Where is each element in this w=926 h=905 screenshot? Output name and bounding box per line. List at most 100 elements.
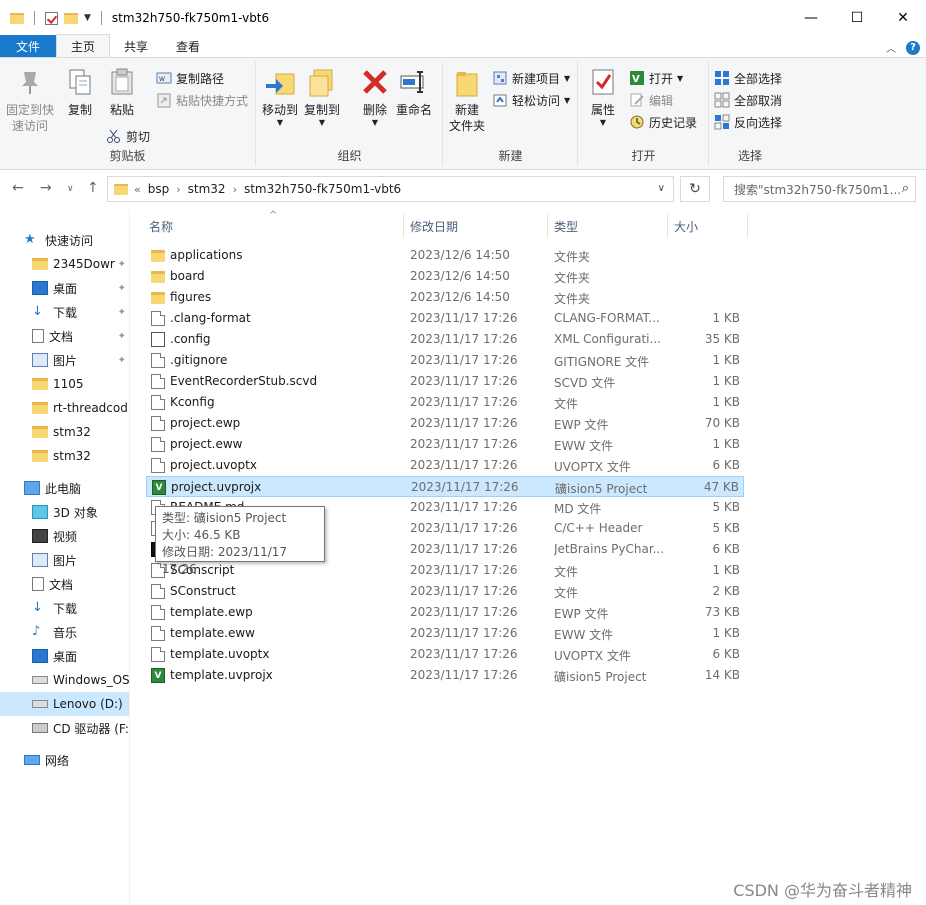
sidebar-item[interactable]: 桌面 [0, 644, 129, 668]
sidebar-item-label: 下载 [53, 601, 78, 616]
pin-icon [14, 66, 46, 98]
sidebar-item[interactable]: ↓ 下载 ✦ [0, 300, 129, 324]
easy-access-button[interactable]: 轻松访问 ▼ [492, 90, 570, 110]
maximize-button[interactable]: ☐ [834, 0, 880, 36]
close-button[interactable]: ✕ [880, 0, 926, 36]
select-all-button[interactable]: 全部选择 [714, 68, 782, 88]
file-row[interactable]: Vtemplate.uvprojx 2023/11/17 17:26 礦ision5… [146, 665, 744, 686]
tab-home[interactable]: 主页 [56, 34, 111, 57]
select-none-button[interactable]: 全部取消 [714, 90, 782, 110]
search-input[interactable]: 搜索"stm32h750-fk750m1... ⌕ [723, 176, 916, 202]
file-row[interactable]: EventRecorderStub.scvd 2023/11/17 17:26 SC… [146, 371, 744, 392]
sidebar-item[interactable]: 网络 [0, 748, 129, 772]
sidebar-item[interactable]: 2345Dowr ✦ [0, 252, 129, 276]
file-row[interactable]: template.uvoptx 2023/11/17 17:26 UVOPTX 文件… [146, 644, 744, 665]
new-item-button[interactable]: 新建项目 ▼ [492, 68, 570, 88]
properties-icon[interactable] [45, 11, 58, 25]
sidebar-item[interactable]: 桌面 ✦ [0, 276, 129, 300]
paste-button[interactable]: 粘贴 [106, 66, 138, 118]
delete-button[interactable]: 删除 ▼ [359, 66, 391, 127]
collapse-ribbon-chevron-icon[interactable]: ︿ [886, 40, 896, 55]
file-row[interactable]: .clang-format 2023/11/17 17:26 CLANG-FORMA… [146, 308, 744, 329]
cd-drive-icon [32, 723, 48, 733]
customize-toolbar-chevron-icon[interactable]: ▼ [84, 13, 91, 23]
properties-button[interactable]: 属性 ▼ [587, 66, 619, 127]
sidebar-item[interactable]: 文档 [0, 572, 129, 596]
new-folder-icon[interactable] [64, 12, 78, 24]
breadcrumb-chevron-icon[interactable]: › [233, 183, 237, 196]
sidebar-item[interactable]: 3D 对象 [0, 500, 129, 524]
help-icon[interactable]: ? [906, 40, 920, 55]
file-row[interactable]: .gitignore 2023/11/17 17:26 GITIGNORE 文件 1 … [146, 350, 744, 371]
file-row[interactable]: template.ewp 2023/11/17 17:26 EWP 文件 73 KB [146, 602, 744, 623]
file-row[interactable]: template.eww 2023/11/17 17:26 EWW 文件 1 KB [146, 623, 744, 644]
sidebar-item[interactable]: Windows_OS [0, 668, 129, 692]
sidebar-item[interactable]: 视频 [0, 524, 129, 548]
file-size: 6 KB [712, 647, 740, 661]
column-divider[interactable] [747, 214, 748, 238]
file-row[interactable]: Kconfig 2023/11/17 17:26 文件 1 KB [146, 392, 744, 413]
sidebar-item[interactable]: 图片 ✦ [0, 348, 129, 372]
history-button[interactable]: 历史记录 [629, 112, 697, 132]
open-button[interactable]: V 打开 ▼ [629, 68, 683, 88]
copy-to-button[interactable]: 复制到 ▼ [304, 66, 340, 127]
file-row[interactable]: Vproject.uvprojx 2023/11/17 17:26 礦ision5 … [146, 476, 744, 497]
column-header-size[interactable]: 大小 [674, 214, 698, 238]
sidebar-item[interactable]: rt-threadcod [0, 396, 129, 420]
copy-path-button[interactable]: W 复制路径 [156, 68, 224, 88]
refresh-button[interactable]: ↻ [680, 176, 710, 202]
file-row[interactable]: project.uvoptx 2023/11/17 17:26 UVOPTX 文件 6… [146, 455, 744, 476]
column-header-type[interactable]: 类型 [554, 214, 578, 238]
sidebar-item[interactable]: ♪ 音乐 [0, 620, 129, 644]
copy-to-label: 复制到 [304, 103, 341, 117]
sidebar-item[interactable]: stm32 [0, 420, 129, 444]
new-folder-button[interactable]: 新建 文件夹 [449, 66, 485, 134]
sidebar-item[interactable]: 1105 [0, 372, 129, 396]
file-row[interactable]: applications 2023/12/6 14:50 文件夹 [146, 245, 744, 266]
sidebar-item[interactable]: CD 驱动器 (F: [0, 716, 129, 740]
address-bar[interactable]: « bsp › stm32 › stm32h750-fk750m1-vbt6 ∨ [107, 176, 674, 202]
breadcrumb-bsp[interactable]: bsp [148, 182, 170, 196]
file-row[interactable]: .config 2023/11/17 17:26 XML Configurati..… [146, 329, 744, 350]
move-to-button[interactable]: 移动到 ▼ [262, 66, 298, 127]
address-dropdown-chevron-icon[interactable]: ∨ [658, 183, 665, 194]
sidebar-item[interactable]: 图片 [0, 548, 129, 572]
sidebar-item[interactable]: ★ 快速访问 [0, 228, 129, 252]
sidebar-item[interactable]: stm32 [0, 444, 129, 468]
breadcrumb-chevron-icon[interactable]: › [176, 183, 180, 196]
tab-file[interactable]: 文件 [0, 35, 57, 57]
file-row[interactable]: SConstruct 2023/11/17 17:26 文件 2 KB [146, 581, 744, 602]
sidebar-item[interactable]: 文档 ✦ [0, 324, 129, 348]
sidebar-item[interactable]: 此电脑 [0, 476, 129, 500]
column-divider[interactable] [403, 214, 404, 238]
edit-button[interactable]: 编辑 [629, 90, 673, 110]
column-divider[interactable] [547, 214, 548, 238]
breadcrumb-stm32[interactable]: stm32 [188, 182, 226, 196]
invert-selection-button[interactable]: 反向选择 [714, 112, 782, 132]
minimize-button[interactable]: — [788, 0, 834, 36]
sidebar-item[interactable]: Lenovo (D:) [0, 692, 129, 716]
column-header-date[interactable]: 修改日期 [410, 214, 458, 238]
file-row[interactable]: board 2023/12/6 14:50 文件夹 [146, 266, 744, 287]
address-overflow[interactable]: « [134, 183, 141, 196]
file-row[interactable]: figures 2023/12/6 14:50 文件夹 [146, 287, 744, 308]
tab-share[interactable]: 共享 [110, 35, 162, 57]
back-arrow-icon[interactable]: ← [12, 180, 24, 196]
file-row[interactable]: project.eww 2023/11/17 17:26 EWW 文件 1 KB [146, 434, 744, 455]
up-arrow-icon[interactable]: ↑ [87, 180, 99, 196]
folder-icon [151, 271, 165, 283]
recent-locations-chevron-icon[interactable]: ∨ [67, 184, 74, 194]
rename-button[interactable]: 重命名 [396, 66, 432, 118]
pin-quick-access-button[interactable]: 固定到快 速访问 [6, 66, 54, 134]
breadcrumb-current[interactable]: stm32h750-fk750m1-vbt6 [244, 182, 401, 196]
paste-shortcut-button[interactable]: 粘贴快捷方式 [156, 90, 248, 110]
column-header-name[interactable]: 名称 [149, 214, 173, 238]
copy-button[interactable]: 复制 [64, 66, 96, 118]
file-row[interactable]: project.ewp 2023/11/17 17:26 EWP 文件 70 KB [146, 413, 744, 434]
column-divider[interactable] [667, 214, 668, 238]
tab-view[interactable]: 查看 [162, 35, 214, 57]
forward-arrow-icon[interactable]: → [40, 180, 52, 196]
sidebar-item[interactable]: ↓ 下载 [0, 596, 129, 620]
invert-selection-icon [714, 114, 730, 130]
cut-button[interactable]: 剪切 [106, 126, 150, 146]
